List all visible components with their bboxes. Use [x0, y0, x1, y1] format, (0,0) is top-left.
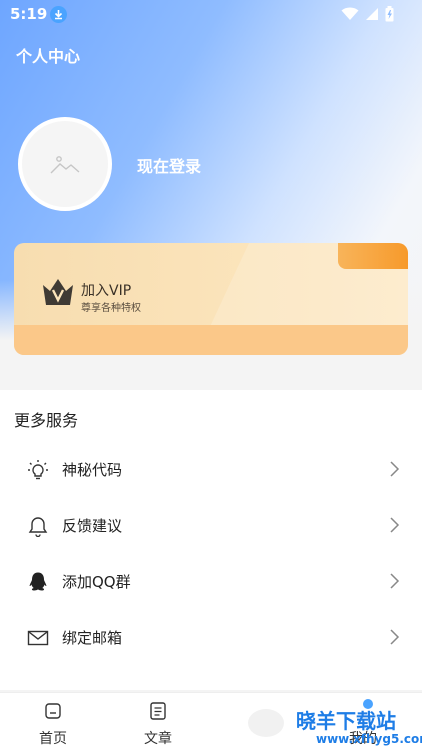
vip-card-band	[14, 325, 408, 355]
chevron-right-icon	[390, 629, 400, 645]
tab-home[interactable]: 首页	[8, 693, 98, 750]
vip-subtitle: 尊享各种特权	[81, 303, 141, 314]
vip-title: 加入VIP	[81, 283, 132, 299]
more-services-section: 更多服务 神秘代码 反馈建议 添加QQ群 绑定邮箱	[0, 390, 422, 690]
chevron-right-icon	[390, 573, 400, 589]
crown-icon	[43, 279, 73, 305]
tab-articles[interactable]: 文章	[113, 693, 203, 750]
download-icon	[50, 6, 67, 23]
section-title: 更多服务	[14, 411, 79, 430]
menu-item-label: 添加QQ群	[62, 573, 131, 591]
page-title: 个人中心	[16, 47, 81, 66]
qq-icon	[29, 572, 47, 591]
article-icon	[150, 702, 166, 720]
status-time: 5:19	[10, 5, 48, 23]
battery-icon	[385, 6, 394, 22]
tab-label: 文章	[144, 731, 172, 747]
status-bar: 5:19	[0, 0, 422, 30]
menu-item-label: 绑定邮箱	[62, 629, 123, 647]
mail-icon	[27, 630, 49, 646]
bell-icon	[28, 517, 48, 537]
chevron-right-icon	[390, 461, 400, 477]
avatar[interactable]	[18, 117, 112, 211]
chevron-right-icon	[390, 517, 400, 533]
vip-card[interactable]: 加入VIP 尊享各种特权	[14, 243, 408, 355]
watermark-url: www.xfhyg5.com	[316, 732, 422, 746]
tab-label: 首页	[39, 731, 67, 747]
image-placeholder-icon	[50, 156, 80, 174]
login-link[interactable]: 现在登录	[137, 153, 201, 177]
vip-card-corner	[338, 243, 408, 269]
signal-icon	[366, 8, 378, 20]
menu-item-secret-code[interactable]: 神秘代码	[0, 445, 422, 501]
menu-item-qq-group[interactable]: 添加QQ群	[0, 557, 422, 613]
menu-item-feedback[interactable]: 反馈建议	[0, 501, 422, 557]
menu-item-label: 反馈建议	[62, 517, 123, 535]
wifi-icon	[341, 7, 359, 20]
menu-item-bind-email[interactable]: 绑定邮箱	[0, 613, 422, 669]
menu-item-label: 神秘代码	[62, 461, 123, 479]
sheep-mascot-icon	[248, 709, 284, 737]
watermark-logo: 晓羊下载站 www.xfhyg5.com	[248, 705, 422, 750]
home-icon	[45, 703, 61, 719]
lightbulb-icon	[28, 460, 48, 480]
watermark-text: 晓羊下载站	[296, 709, 396, 733]
